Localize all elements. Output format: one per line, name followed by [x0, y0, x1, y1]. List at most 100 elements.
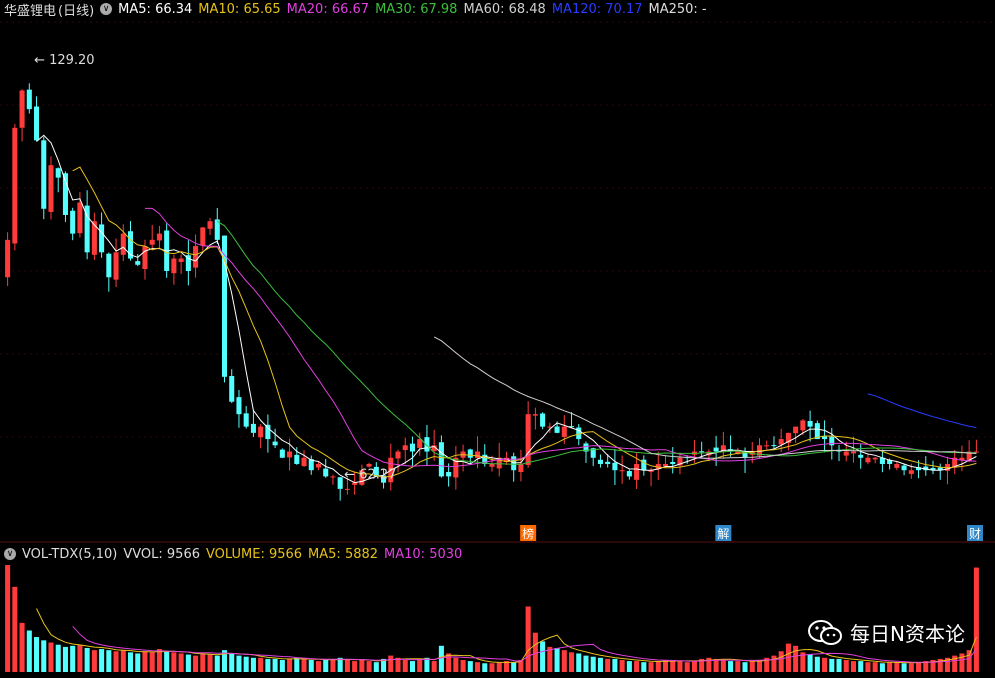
- candle-body: [323, 468, 329, 477]
- vol-ma10-label: MA10: 5030: [384, 546, 463, 562]
- volume-bar: [207, 654, 213, 672]
- volume-bar: [164, 651, 170, 672]
- volume-bar: [677, 661, 683, 672]
- candle-body: [764, 445, 770, 447]
- volume-bar: [409, 661, 416, 672]
- volume-bar: [829, 658, 835, 672]
- candle-body: [258, 426, 264, 438]
- candle-body: [409, 443, 416, 452]
- volume-bar: [77, 644, 83, 672]
- ma10-line: [72, 166, 977, 478]
- candle-body: [894, 463, 900, 468]
- volume-bar: [822, 657, 828, 672]
- volume-bar: [48, 642, 54, 672]
- candle-body: [279, 449, 285, 458]
- candle-body: [171, 258, 177, 274]
- volume-bar: [540, 641, 546, 672]
- volume-bar: [908, 663, 914, 672]
- volume-bar: [438, 645, 444, 672]
- volume-bar: [171, 652, 177, 672]
- candle-body: [337, 477, 343, 489]
- candle-body: [229, 376, 235, 402]
- chevron-down-icon[interactable]: ∨: [4, 548, 16, 560]
- volume-bar: [301, 658, 307, 672]
- ma5-line: [36, 134, 977, 484]
- candle-body: [344, 488, 350, 490]
- volume-bar: [460, 659, 466, 672]
- candle-body: [149, 239, 155, 245]
- event-marker-label: 榜: [522, 526, 534, 541]
- volume-bar: [655, 661, 661, 672]
- candle-body: [156, 233, 162, 241]
- candle-body: [315, 463, 322, 468]
- volume-bar: [395, 657, 401, 672]
- volume-bar: [626, 661, 632, 672]
- candle-body: [402, 445, 408, 451]
- candle-body: [525, 414, 531, 465]
- volume-bar: [879, 663, 885, 672]
- volume-bar: [344, 659, 350, 672]
- volume-bar: [279, 659, 285, 672]
- candle-body: [12, 127, 18, 244]
- volume-bar: [489, 663, 495, 672]
- candle-body: [243, 413, 249, 427]
- candle-body: [807, 421, 813, 427]
- high-label: ← 129.20: [34, 53, 95, 68]
- volume-bar: [850, 661, 857, 672]
- volume-bar: [807, 654, 813, 672]
- candle-body: [561, 426, 567, 437]
- volume-bar: [858, 661, 864, 672]
- volume-bar: [865, 662, 871, 672]
- volume-bar: [106, 650, 112, 672]
- candle-body: [250, 423, 256, 433]
- ma120-line: [867, 393, 977, 429]
- wechat-icon: [808, 619, 843, 647]
- candle-body: [294, 454, 300, 464]
- volume-label: VOLUME: 9566: [206, 546, 303, 562]
- volume-bar: [19, 622, 25, 672]
- event-marker-label: 解: [717, 527, 729, 541]
- main-chart-header: 华盛锂电 (日线) ∨ MA5: 66.34 MA10: 65.65 MA20:…: [4, 0, 707, 19]
- volume-bar: [691, 661, 697, 672]
- volume-bar: [525, 606, 531, 672]
- stock-name: 华盛锂电: [4, 3, 57, 19]
- volume-bar: [554, 647, 560, 672]
- volume-bar: [373, 662, 379, 672]
- ma250-label: MA250: -: [648, 1, 707, 17]
- volume-bar: [901, 663, 907, 672]
- candle-body: [236, 397, 242, 415]
- candle-body: [207, 221, 213, 229]
- candle-body: [634, 463, 640, 480]
- volume-bar: [12, 586, 18, 672]
- candle-body: [489, 463, 495, 467]
- candle-body: [48, 165, 54, 212]
- candle-body: [55, 168, 61, 178]
- candle-body: [793, 426, 799, 434]
- volume-bar: [424, 657, 430, 672]
- volume-bar: [973, 567, 979, 672]
- volume-bar: [894, 662, 900, 672]
- candle-body: [200, 227, 206, 246]
- candle-body: [612, 462, 618, 471]
- volume-bar: [258, 657, 264, 672]
- volume-bar: [127, 652, 134, 672]
- ma30-line: [217, 220, 977, 465]
- ma10-label: MA10: 65.65: [198, 1, 281, 17]
- candle-body: [626, 471, 632, 477]
- watermark-text: 每日N资本论: [850, 622, 965, 646]
- watermark: 每日N资本论: [808, 618, 965, 647]
- chevron-down-icon[interactable]: ∨: [100, 3, 113, 15]
- candle-body: [193, 246, 199, 268]
- volume-chart-header: ∨ VOL-TDX(5,10) VVOL: 9566 VOLUME: 9566 …: [4, 545, 462, 563]
- volume-bar: [843, 659, 849, 672]
- volume-bar: [887, 662, 893, 672]
- volume-bar: [561, 650, 567, 672]
- candle-body: [467, 449, 473, 458]
- volume-bar: [641, 662, 647, 672]
- candle-body: [901, 465, 907, 471]
- volume-bar: [26, 630, 32, 672]
- candle-body: [771, 445, 777, 447]
- candle-body: [475, 451, 481, 459]
- candle-body: [605, 461, 611, 464]
- volume-bar: [756, 659, 763, 672]
